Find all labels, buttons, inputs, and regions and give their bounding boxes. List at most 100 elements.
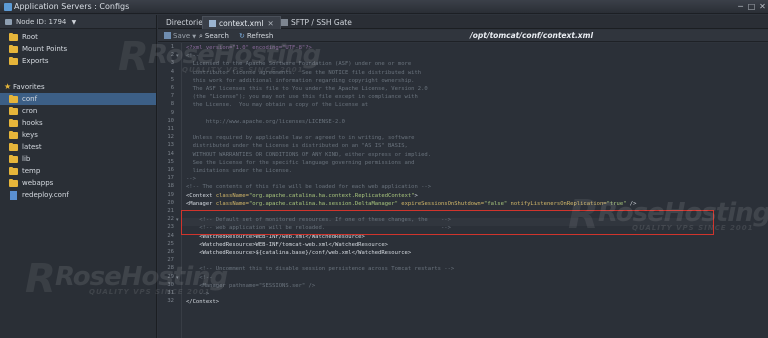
code-text: See the License for the specific languag… xyxy=(186,159,415,166)
code-token: className= xyxy=(215,200,249,207)
close-icon[interactable]: ✕ xyxy=(758,2,767,11)
search-button[interactable]: ⌕ Search xyxy=(199,30,229,42)
line-number: 22 xyxy=(167,216,174,223)
sidebar-item-label: hooks xyxy=(22,119,43,127)
line-number: 19 xyxy=(167,191,174,198)
sidebar-item-webapps[interactable]: webapps xyxy=(0,177,156,189)
folder-icon xyxy=(9,45,18,53)
line-number: 20 xyxy=(167,199,174,206)
sidebar-item-hooks[interactable]: hooks xyxy=(0,117,156,129)
code-token: expireSessionsOnShutdown= xyxy=(397,200,485,207)
tab-label: Directories xyxy=(166,18,207,27)
code-text: <WatchedResource>WEB-INF/tomcat-web.xml<… xyxy=(186,241,388,248)
code-line: </Context> xyxy=(186,298,219,306)
line-number: 18 xyxy=(167,183,174,190)
sidebar-item-label: temp xyxy=(22,167,41,175)
maximize-icon[interactable]: □ xyxy=(747,2,756,11)
save-button[interactable]: Save ▼ xyxy=(164,30,196,42)
code-token: className= xyxy=(215,192,249,199)
code-line: --> xyxy=(186,175,196,183)
close-tab-icon[interactable]: ✕ xyxy=(267,17,273,30)
sidebar-item-mount-points[interactable]: Mount Points xyxy=(0,43,156,55)
tab-sftp-ssh-gate[interactable]: SFTP / SSH Gate xyxy=(275,16,358,29)
code-text: distributed under the License is distrib… xyxy=(186,143,408,150)
chevron-down-icon[interactable]: ▼ xyxy=(72,19,77,26)
sidebar-item-keys[interactable]: keys xyxy=(0,129,156,141)
code-text: <!-- The contents of this file will be l… xyxy=(186,184,432,191)
editor-toolbar: Save ▼ ⌕ Search ↻ Refresh /opt/tomcat/conf/… xyxy=(158,30,768,42)
code-text: <?xml version="1.0" encoding="UTF-8"?> xyxy=(186,45,312,51)
code-text: <!-- Uncomment this to disable session p… xyxy=(186,266,455,273)
code-text: <WatchedResource>${catalina.base}/conf/w… xyxy=(186,250,412,256)
node-selector[interactable]: Node ID: 1794 ▼ xyxy=(0,15,156,29)
code-text: The ASF licenses this file to You under … xyxy=(186,86,428,92)
line-number: 1 xyxy=(170,44,174,50)
code-line: <WatchedResource>WEB-INF/tomcat-web.xml<… xyxy=(186,241,388,249)
sidebar-item-lib[interactable]: lib xyxy=(0,153,156,165)
line-number: 25 xyxy=(167,240,174,247)
sidebar-item-redeploy-conf[interactable]: redeploy.conf xyxy=(0,189,156,201)
code-editor[interactable]: <?xml version="1.0" encoding="UTF-8"?> <!… xyxy=(158,43,768,338)
code-line: <?xml version="1.0" encoding="UTF-8"?> xyxy=(186,44,312,52)
code-token: > xyxy=(414,192,418,199)
chevron-down-icon[interactable]: ▼ xyxy=(192,34,196,40)
tab-label: context.xml xyxy=(219,19,264,28)
server-icon xyxy=(5,19,12,25)
tab-label: SFTP / SSH Gate xyxy=(291,18,352,27)
code-token: <Context xyxy=(186,192,216,199)
line-number: 29 xyxy=(167,273,174,280)
code-text: <!-- xyxy=(186,274,213,281)
code-text: <!-- xyxy=(186,53,200,60)
folder-icon xyxy=(9,33,18,41)
line-number: 9 xyxy=(170,109,174,116)
code-line: limitations under the License. xyxy=(186,167,292,175)
folder-icon xyxy=(9,131,18,139)
line-number: 5 xyxy=(170,76,174,83)
line-number: 21 xyxy=(167,208,174,214)
code-line: contributor license agreements. See the … xyxy=(186,69,422,77)
code-line: The ASF licenses this file to You under … xyxy=(186,85,428,93)
code-line: <Manager className="org.apache.catalina.… xyxy=(186,200,636,208)
refresh-button[interactable]: ↻ Refresh xyxy=(239,30,273,42)
code-line: <!-- Uncomment this to disable session p… xyxy=(186,265,454,273)
sidebar-item-latest[interactable]: latest xyxy=(0,141,156,153)
code-line: --> xyxy=(186,290,209,298)
code-line: <Manager pathname="SESSIONS.ser" /> xyxy=(186,282,315,290)
search-icon: ⌕ xyxy=(199,32,203,40)
save-icon xyxy=(164,32,171,39)
code-text: WITHOUT WARRANTIES OR CONDITIONS OF ANY … xyxy=(186,151,432,158)
tab-context-xml[interactable]: context.xml ✕ xyxy=(202,16,281,29)
folder-icon xyxy=(9,107,18,115)
code-text: <Manager pathname="SESSIONS.ser" /> xyxy=(186,282,316,289)
node-label: Node ID: 1794 xyxy=(16,18,67,26)
code-line: <Context className="org.apache.catalina.… xyxy=(186,192,418,200)
window-title: Application Servers : Configs xyxy=(14,2,130,11)
code-line: (the "License"); you may not use this fi… xyxy=(186,93,418,101)
sidebar-item-temp[interactable]: temp xyxy=(0,165,156,177)
code-token: notifyListenersOnReplication= xyxy=(507,200,607,207)
sidebar-item-conf[interactable]: conf xyxy=(0,93,156,105)
sidebar-item-root[interactable]: Root xyxy=(0,31,156,43)
sidebar-item-exports[interactable]: Exports xyxy=(0,55,156,67)
favorites-label: Favorites xyxy=(13,83,45,91)
code-text: the License. You may obtain a copy of th… xyxy=(186,102,369,109)
line-number: 2 xyxy=(170,52,174,59)
highlight-box xyxy=(181,210,714,235)
folder-icon xyxy=(9,167,18,175)
star-icon: ★ xyxy=(4,82,12,91)
fold-toggle-icon[interactable]: ▾ xyxy=(176,217,179,223)
fold-toggle-icon[interactable]: ▾ xyxy=(176,53,179,59)
code-text: --> xyxy=(186,176,196,183)
fold-toggle-icon[interactable]: ▾ xyxy=(176,275,179,281)
sidebar-item-cron[interactable]: cron xyxy=(0,105,156,117)
code-text: this work for additional information reg… xyxy=(186,77,415,84)
sidebar-item-label: Exports xyxy=(22,57,49,65)
tab-bar: Directories context.xml ✕ SFTP / SSH Gate xyxy=(158,15,768,29)
sidebar-item-label: lib xyxy=(22,155,31,163)
minimize-icon[interactable]: ─ xyxy=(736,2,745,11)
code-line: See the License for the specific languag… xyxy=(186,159,415,167)
line-number: 30 xyxy=(167,281,174,288)
code-line: distributed under the License is distrib… xyxy=(186,142,408,150)
folder-icon xyxy=(9,95,18,103)
folder-icon xyxy=(9,57,18,65)
